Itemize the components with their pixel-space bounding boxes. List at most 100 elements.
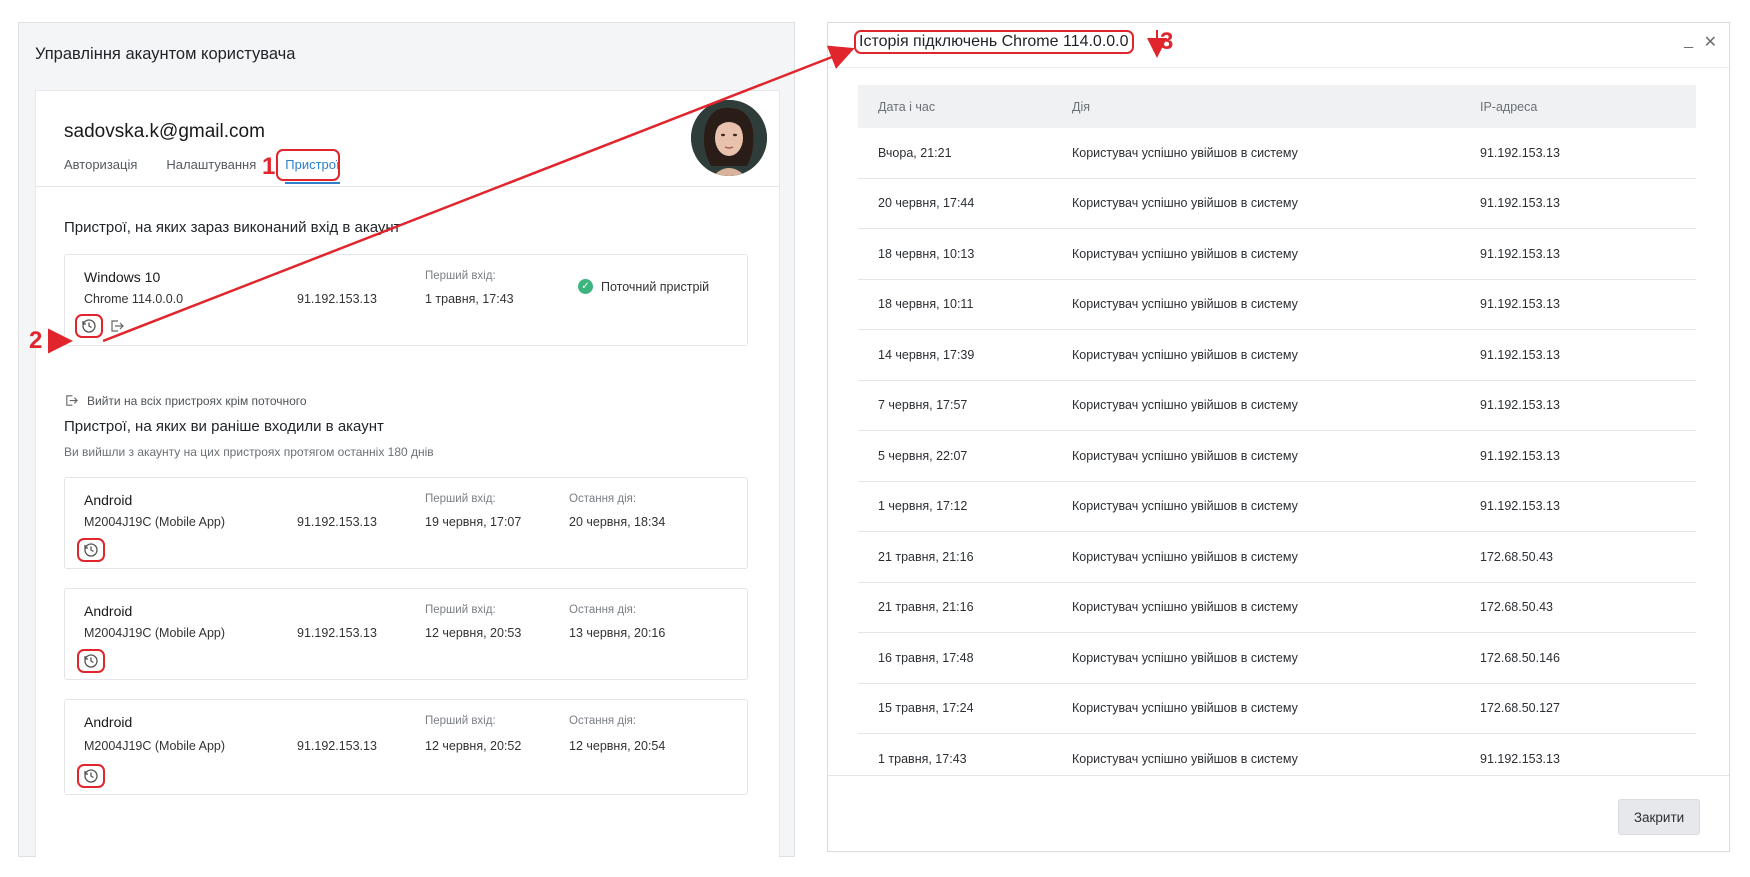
- first-login-value: 12 червня, 20:53: [425, 626, 522, 640]
- cell-action: Користувач успішно увійшов в систему: [1072, 196, 1298, 211]
- tab-settings[interactable]: Налаштування: [166, 157, 256, 184]
- cell-datetime: 1 травня, 17:43: [878, 751, 967, 766]
- last-action-value: 20 червня, 18:34: [569, 515, 666, 529]
- cell-action: Користувач успішно увійшов в систему: [1072, 499, 1298, 514]
- device-ip: 91.192.153.13: [297, 292, 377, 306]
- close-button[interactable]: Закрити: [1618, 799, 1700, 835]
- previous-devices-title: Пристрої, на яких ви раніше входили в ак…: [64, 418, 384, 435]
- cell-ip: 172.68.50.127: [1480, 701, 1560, 716]
- cell-datetime: 18 червня, 10:13: [878, 246, 975, 261]
- cell-ip: 91.192.153.13: [1480, 145, 1560, 160]
- device-name: Android: [84, 492, 133, 508]
- cell-ip: 91.192.153.13: [1480, 499, 1560, 514]
- first-login-value: 19 червня, 17:07: [425, 515, 522, 529]
- footer-divider: [828, 775, 1729, 776]
- annotation-marker-3: 3: [1160, 28, 1174, 55]
- device-ip: 91.192.153.13: [297, 515, 377, 529]
- column-ip: IP-адреса: [1480, 99, 1538, 114]
- first-login-label: Перший вхід:: [425, 715, 496, 727]
- cell-action: Користувач успішно увійшов в систему: [1072, 347, 1298, 362]
- account-card: sadovska.k@gmail.com Авторизація Налашту…: [35, 90, 780, 858]
- current-device-card: Windows 10 Chrome 114.0.0.0 91.192.153.1…: [64, 254, 748, 346]
- cell-datetime: 18 червня, 10:11: [878, 297, 974, 312]
- last-action-label: Остання дія:: [569, 604, 637, 616]
- cell-action: Користувач успішно увійшов в систему: [1072, 448, 1298, 463]
- device-model: Chrome 114.0.0.0: [84, 292, 184, 306]
- account-header: sadovska.k@gmail.com Авторизація Налашту…: [36, 91, 779, 187]
- table-header: Дата і час Дія IP-адреса: [858, 85, 1696, 128]
- cell-action: Користувач успішно увійшов в систему: [1072, 751, 1298, 766]
- cell-datetime: 20 червня, 17:44: [878, 196, 975, 211]
- cell-ip: 172.68.50.43: [1480, 549, 1553, 564]
- table-row: 7 червня, 17:57 Користувач успішно увійшо…: [858, 381, 1696, 431]
- cell-datetime: 21 травня, 21:16: [878, 549, 974, 564]
- cell-ip: 91.192.153.13: [1480, 448, 1560, 463]
- first-login-label: Перший вхід:: [425, 493, 496, 505]
- last-action-value: 12 червня, 20:54: [569, 739, 666, 753]
- first-login-label: Перший вхід:: [425, 270, 496, 282]
- modal-title: Історія підключень Chrome 114.0.0.0: [854, 30, 1134, 54]
- connection-history-modal: Історія підключень Chrome 114.0.0.0 _ ✕ …: [827, 22, 1730, 852]
- previous-device-card: Android M2004J19C (Mobile App) 91.192.15…: [64, 477, 748, 569]
- current-device-label: Поточний пристрій: [601, 279, 710, 294]
- cell-action: Користувач успішно увійшов в систему: [1072, 246, 1298, 261]
- history-icon[interactable]: [77, 538, 105, 562]
- first-login-value: 1 травня, 17:43: [425, 292, 514, 306]
- current-device-status: ✓ Поточний пристрій: [578, 279, 709, 294]
- cell-ip: 91.192.153.13: [1480, 398, 1560, 413]
- account-email: sadovska.k@gmail.com: [64, 121, 265, 142]
- header-divider: [828, 67, 1729, 68]
- current-devices-title: Пристрої, на яких зараз виконаний вхід в…: [64, 219, 401, 236]
- table-row: 20 червня, 17:44 Користувач успішно увійш…: [858, 179, 1696, 229]
- panel-title: Управління акаунтом користувача: [35, 45, 296, 63]
- table-row: 5 червня, 22:07 Користувач успішно увійшо…: [858, 431, 1696, 482]
- table-row: 15 травня, 17:24 Користувач успішно увійш…: [858, 684, 1696, 734]
- cell-action: Користувач успішно увійшов в систему: [1072, 701, 1298, 716]
- table-row: 14 червня, 17:39 Користувач успішно увійш…: [858, 330, 1696, 381]
- first-login-label: Перший вхід:: [425, 604, 496, 616]
- cell-datetime: 21 травня, 21:16: [878, 600, 974, 615]
- screenshot-canvas: Управління акаунтом користувача sadovska…: [0, 0, 1750, 877]
- cell-action: Користувач успішно увійшов в систему: [1072, 600, 1298, 615]
- cell-datetime: 14 червня, 17:39: [878, 347, 975, 362]
- logout-icon: [66, 395, 78, 406]
- cell-datetime: 5 червня, 22:07: [878, 448, 968, 463]
- logout-all-link[interactable]: Вийти на всіх пристроях крім поточного: [64, 393, 307, 408]
- cell-ip: 172.68.50.146: [1480, 650, 1560, 665]
- cell-action: Користувач успішно увійшов в систему: [1072, 398, 1298, 413]
- table-row: 18 червня, 10:11 Користувач успішно увійш…: [858, 280, 1696, 330]
- logout-icon[interactable]: [103, 314, 131, 338]
- tab-authorization[interactable]: Авторизація: [64, 157, 137, 184]
- account-management-panel: Управління акаунтом користувача sadovska…: [18, 22, 795, 858]
- device-ip: 91.192.153.13: [297, 739, 377, 753]
- device-name: Android: [84, 714, 133, 730]
- cell-datetime: 16 травня, 17:48: [878, 650, 974, 665]
- column-datetime: Дата і час: [878, 99, 936, 114]
- table-row: 1 травня, 17:43 Користувач успішно увійшо…: [858, 734, 1696, 775]
- cell-action: Користувач успішно увійшов в систему: [1072, 650, 1298, 665]
- history-icon[interactable]: [75, 314, 103, 338]
- cell-ip: 91.192.153.13: [1480, 347, 1560, 362]
- cell-action: Користувач успішно увійшов в систему: [1072, 297, 1298, 312]
- cell-action: Користувач успішно увійшов в систему: [1072, 549, 1298, 564]
- table-body: Вчора, 21:21 Користувач успішно увійшов в…: [858, 128, 1696, 775]
- minimize-button[interactable]: _: [1684, 32, 1693, 50]
- first-login-value: 12 червня, 20:52: [425, 739, 522, 753]
- last-action-label: Остання дія:: [569, 493, 637, 505]
- device-ip: 91.192.153.13: [297, 626, 377, 640]
- cell-ip: 91.192.153.13: [1480, 246, 1560, 261]
- table-row: 1 червня, 17:12 Користувач успішно увійшо…: [858, 482, 1696, 532]
- history-icon[interactable]: [77, 764, 105, 788]
- history-icon[interactable]: [77, 649, 105, 673]
- cell-datetime: Вчора, 21:21: [878, 145, 952, 160]
- cell-datetime: 15 травня, 17:24: [878, 701, 974, 716]
- cell-datetime: 1 червня, 17:12: [878, 499, 968, 514]
- device-model: M2004J19C (Mobile App): [84, 739, 226, 753]
- device-name: Windows 10: [84, 269, 161, 285]
- device-name: Android: [84, 603, 133, 619]
- annotation-marker-2: 2: [29, 327, 43, 354]
- previous-devices-subtitle: Ви вийшли з акаунту на цих пристроях про…: [64, 445, 434, 459]
- previous-device-card: Android M2004J19C (Mobile App) 91.192.15…: [64, 699, 748, 795]
- device-model: M2004J19C (Mobile App): [84, 515, 226, 529]
- close-icon[interactable]: ✕: [1704, 32, 1717, 52]
